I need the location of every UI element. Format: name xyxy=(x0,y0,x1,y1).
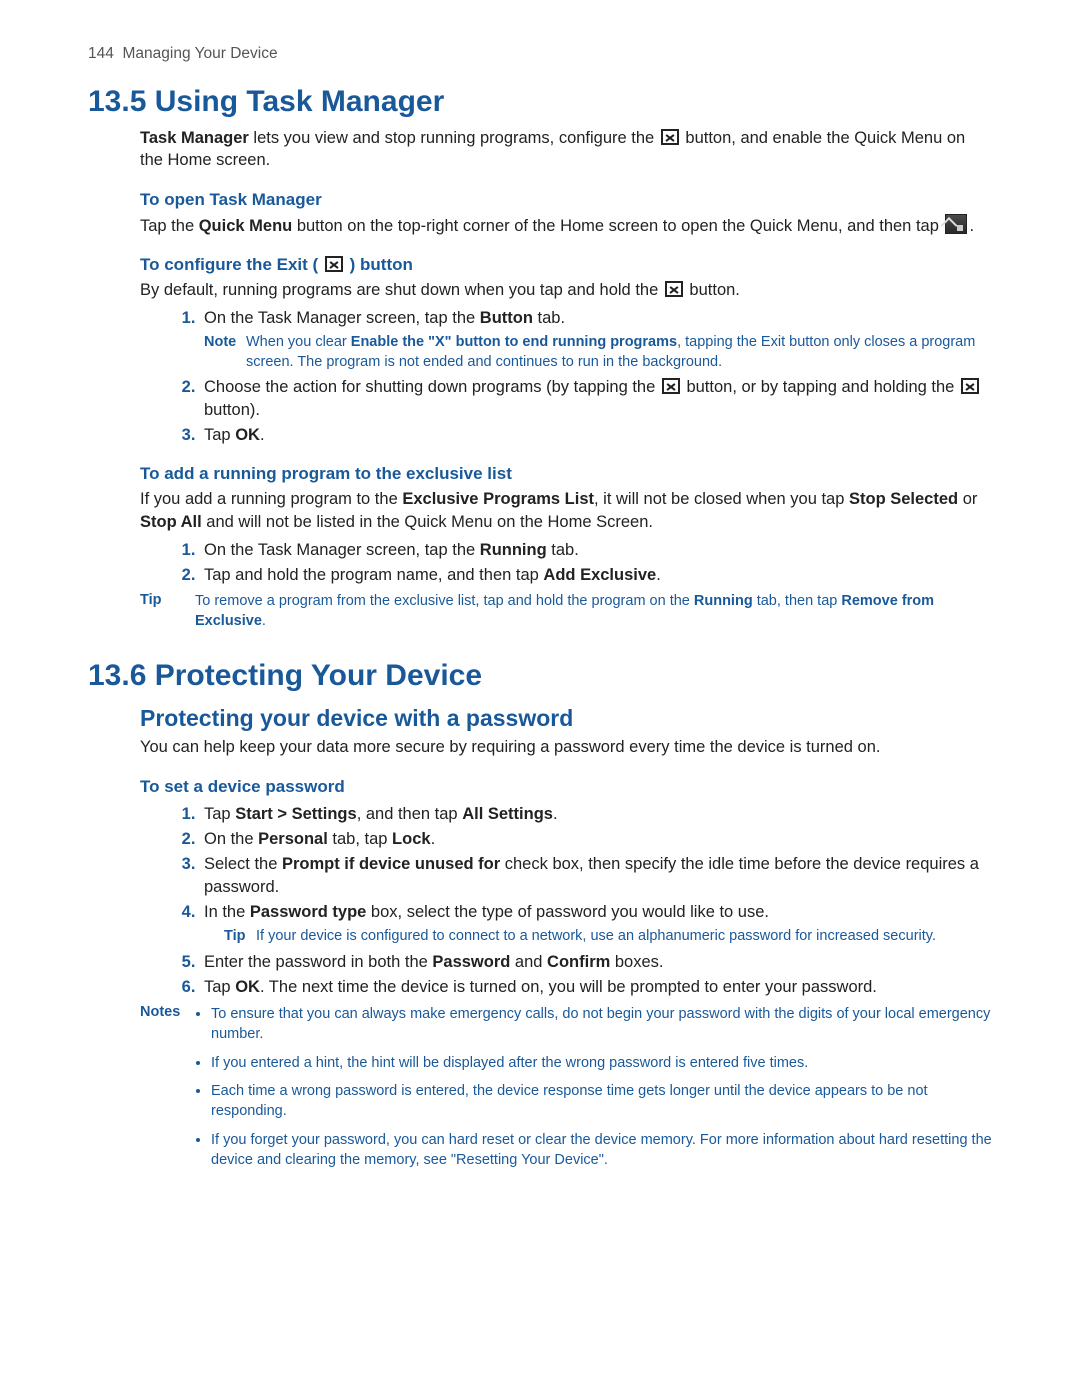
step-4: In the Password type box, select the typ… xyxy=(200,901,992,947)
step-2: Choose the action for shutting down prog… xyxy=(200,376,992,421)
note-label: Note xyxy=(204,333,246,372)
section-heading-13-5: 13.5 Using Task Manager xyxy=(88,85,992,119)
subheading-exclusive-list: To add a running program to the exclusiv… xyxy=(140,464,992,484)
x-icon xyxy=(961,378,979,394)
subheading-open-task-manager: To open Task Manager xyxy=(140,190,992,210)
step-3: Tap OK. xyxy=(200,424,992,446)
tip-body: To remove a program from the exclusive l… xyxy=(195,592,992,631)
note-item: Each time a wrong password is entered, t… xyxy=(211,1081,992,1122)
configure-intro: By default, running programs are shut do… xyxy=(140,279,992,301)
x-icon xyxy=(661,129,679,145)
tip-row: Tip If your device is configured to conn… xyxy=(224,927,992,947)
exclusive-steps: On the Task Manager screen, tap the Runn… xyxy=(140,539,992,587)
note-row: Note When you clear Enable the "X" butto… xyxy=(204,333,992,372)
page-header: 144 Managing Your Device xyxy=(88,45,992,63)
step-1: On the Task Manager screen, tap the Runn… xyxy=(200,539,992,561)
notes-block: Notes To ensure that you can always make… xyxy=(140,1004,992,1178)
note-item: If you entered a hint, the hint will be … xyxy=(211,1053,992,1073)
step-1: Tap Start > Settings, and then tap All S… xyxy=(200,803,992,825)
section-13-6-body: Protecting your device with a password Y… xyxy=(140,705,992,1178)
note-body: When you clear Enable the "X" button to … xyxy=(246,333,992,372)
open-task-manager-para: Tap the Quick Menu button on the top-rig… xyxy=(140,214,992,237)
protect-intro: You can help keep your data more secure … xyxy=(140,736,992,758)
chapter-title: Managing Your Device xyxy=(123,45,278,62)
intro-para: Task Manager lets you view and stop runn… xyxy=(140,127,992,172)
configure-steps: On the Task Manager screen, tap the Butt… xyxy=(140,307,992,446)
step-6: Tap OK. The next time the device is turn… xyxy=(200,976,992,998)
set-password-steps: Tap Start > Settings, and then tap All S… xyxy=(140,803,992,998)
subheading-protect-password: Protecting your device with a password xyxy=(140,705,992,732)
tip-label: Tip xyxy=(224,927,256,947)
note-item: To ensure that you can always make emerg… xyxy=(211,1004,992,1045)
tip-row: Tip To remove a program from the exclusi… xyxy=(140,592,992,631)
x-icon xyxy=(665,281,683,297)
step-3: Select the Prompt if device unused for c… xyxy=(200,853,992,898)
page-number: 144 xyxy=(88,45,114,62)
step-2: Tap and hold the program name, and then … xyxy=(200,564,992,586)
step-2: On the Personal tab, tap Lock. xyxy=(200,828,992,850)
step-5: Enter the password in both the Password … xyxy=(200,951,992,973)
note-item: If you forget your password, you can har… xyxy=(211,1130,992,1171)
task-manager-tap-icon xyxy=(945,214,967,234)
manual-page: 144 Managing Your Device 13.5 Using Task… xyxy=(0,0,1080,1242)
tip-body: If your device is configured to connect … xyxy=(256,927,992,947)
tip-label: Tip xyxy=(140,592,195,631)
notes-body: To ensure that you can always make emerg… xyxy=(195,1004,992,1178)
step-1: On the Task Manager screen, tap the Butt… xyxy=(200,307,992,372)
x-icon xyxy=(662,378,680,394)
notes-label: Notes xyxy=(140,1004,195,1178)
x-icon xyxy=(325,256,343,272)
exclusive-intro: If you add a running program to the Excl… xyxy=(140,488,992,533)
section-heading-13-6: 13.6 Protecting Your Device xyxy=(88,659,992,693)
section-13-5-body: Task Manager lets you view and stop runn… xyxy=(140,127,992,631)
subheading-set-password: To set a device password xyxy=(140,777,992,797)
subheading-configure-exit: To configure the Exit ( ) button xyxy=(140,255,992,275)
